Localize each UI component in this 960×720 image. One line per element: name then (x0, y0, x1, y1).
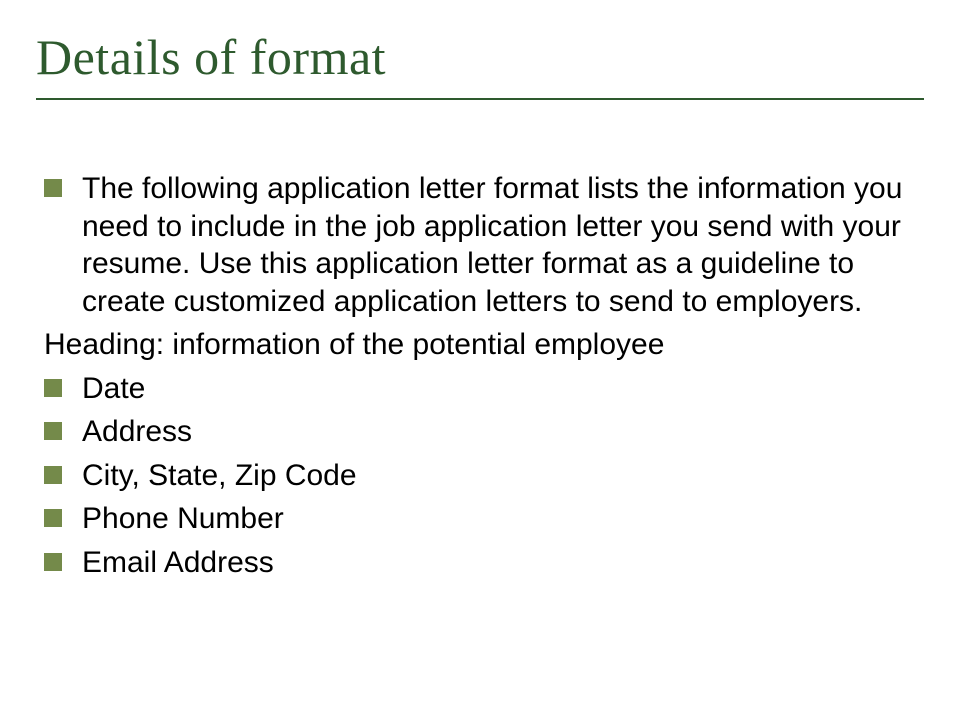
heading-line: Heading: information of the potential em… (44, 326, 924, 364)
square-bullet-icon (44, 422, 62, 440)
square-bullet-icon (44, 179, 62, 197)
list-item: Address (44, 413, 924, 451)
list-item: Email Address (44, 544, 924, 582)
square-bullet-icon (44, 379, 62, 397)
list-item: City, State, Zip Code (44, 457, 924, 495)
item-date: Date (82, 370, 145, 408)
slide-title: Details of format (36, 28, 924, 86)
list-item: Date (44, 370, 924, 408)
item-email: Email Address (82, 544, 274, 582)
item-city-state-zip: City, State, Zip Code (82, 457, 357, 495)
item-address: Address (82, 413, 192, 451)
intro-text: The following application letter format … (82, 170, 924, 320)
item-phone: Phone Number (82, 500, 284, 538)
square-bullet-icon (44, 466, 62, 484)
square-bullet-icon (44, 509, 62, 527)
title-underline (36, 98, 924, 100)
heading-text: Heading: information of the potential em… (44, 326, 924, 364)
slide-content: The following application letter format … (36, 170, 924, 581)
list-item: The following application letter format … (44, 170, 924, 320)
slide-container: Details of format The following applicat… (0, 0, 960, 720)
list-item: Phone Number (44, 500, 924, 538)
square-bullet-icon (44, 553, 62, 571)
